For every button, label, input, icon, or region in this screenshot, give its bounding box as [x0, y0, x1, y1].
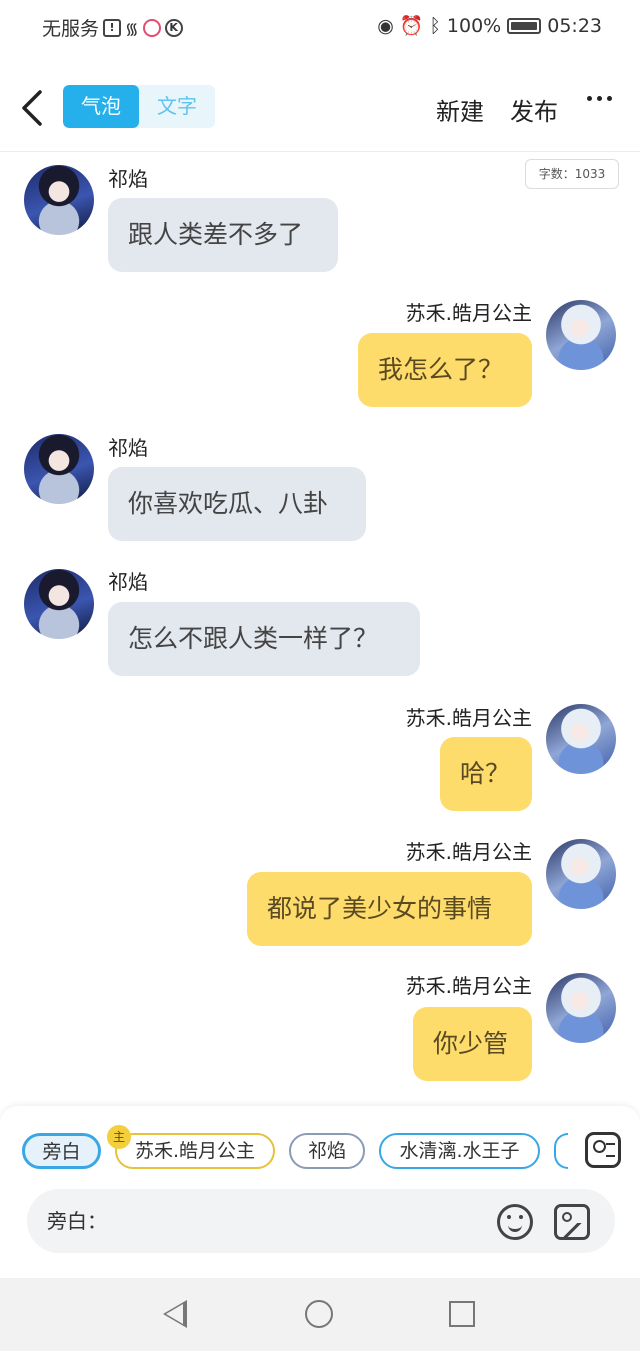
status-right: ◉ ⏰ ᛒ 100% 05:23	[377, 14, 602, 38]
message-bubble[interactable]: 你喜欢吃瓜、八卦	[108, 467, 366, 541]
app-header: 气泡 文字 新建 发布	[0, 68, 640, 148]
tab-text[interactable]: 文字	[139, 85, 215, 128]
avatar-qiyan[interactable]	[24, 569, 94, 639]
nav-recents-icon[interactable]	[449, 1301, 475, 1327]
nav-back-icon[interactable]	[163, 1300, 187, 1328]
eye-icon: ◉	[377, 14, 394, 37]
sender-name: 祁焰	[108, 570, 148, 594]
alarm-icon: ⏰	[399, 15, 424, 37]
header-divider	[0, 151, 640, 152]
avatar-qiyan[interactable]	[24, 434, 94, 504]
message-input[interactable]: 旁白：	[27, 1189, 615, 1253]
message-bubble[interactable]: 都说了美少女的事情	[247, 872, 532, 946]
carrier-text: 无服务	[42, 18, 100, 40]
image-icon[interactable]	[554, 1204, 590, 1240]
message-bubble[interactable]: 怎么不跟人类一样了？	[108, 602, 420, 676]
wifi-icon: ᯾	[125, 18, 139, 38]
main-role-badge: 主	[107, 1125, 131, 1149]
more-icon[interactable]	[587, 96, 612, 101]
tab-bubble[interactable]: 气泡	[63, 85, 139, 128]
nav-home-icon[interactable]	[305, 1300, 333, 1328]
publish-button[interactable]: 发布	[510, 92, 558, 127]
status-bar: 无服务 ! ᯾ K ◉ ⏰ ᛒ 100% 05:23	[0, 0, 640, 52]
message-bubble[interactable]: 我怎么了？	[358, 333, 532, 407]
system-nav-bar	[0, 1278, 640, 1351]
sender-name: 苏禾.皓月公主	[405, 840, 532, 864]
avatar-suhe[interactable]	[546, 704, 616, 774]
avatar-qiyan[interactable]	[24, 165, 94, 235]
bluetooth-icon: ᛒ	[429, 14, 441, 37]
message-bubble[interactable]: 哈？	[440, 737, 532, 811]
sender-name: 祁焰	[108, 167, 148, 191]
app-notification-icon	[142, 18, 161, 37]
avatar-suhe[interactable]	[546, 839, 616, 909]
message-bubble[interactable]: 跟人类差不多了	[108, 198, 338, 272]
back-arrow-icon[interactable]	[20, 90, 46, 126]
sender-name: 苏禾.皓月公主	[405, 301, 532, 325]
clock-time: 05:23	[547, 14, 602, 37]
sender-name: 祁焰	[108, 436, 148, 460]
emoji-icon[interactable]	[497, 1204, 533, 1240]
role-chip-shuiqingli[interactable]: 水清漓.水王子	[379, 1133, 540, 1169]
avatar-suhe[interactable]	[546, 300, 616, 370]
input-role-label: 旁白：	[47, 1209, 107, 1233]
word-count-badge: 字数：1033	[525, 159, 619, 189]
sim-alert-icon: !	[103, 18, 122, 37]
new-button[interactable]: 新建	[436, 92, 484, 127]
battery-icon	[507, 17, 542, 34]
sender-name: 苏禾.皓月公主	[405, 974, 532, 998]
battery-percent: 100%	[446, 14, 502, 37]
avatar-suhe[interactable]	[546, 973, 616, 1043]
role-chip-suhe[interactable]: 苏禾.皓月公主	[115, 1133, 275, 1169]
message-bubble[interactable]: 你少管	[413, 1007, 532, 1081]
mode-switch: 气泡 文字	[63, 85, 215, 128]
status-left: 无服务 ! ᯾ K	[42, 14, 183, 41]
role-chip-qiyan[interactable]: 祁焰	[289, 1133, 365, 1169]
role-manager-icon[interactable]	[585, 1132, 621, 1168]
role-chip-narrator[interactable]: 旁白	[22, 1133, 101, 1169]
role-chip-partial[interactable]	[554, 1133, 568, 1169]
sender-name: 苏禾.皓月公主	[405, 706, 532, 730]
k-app-icon: K	[164, 18, 183, 37]
